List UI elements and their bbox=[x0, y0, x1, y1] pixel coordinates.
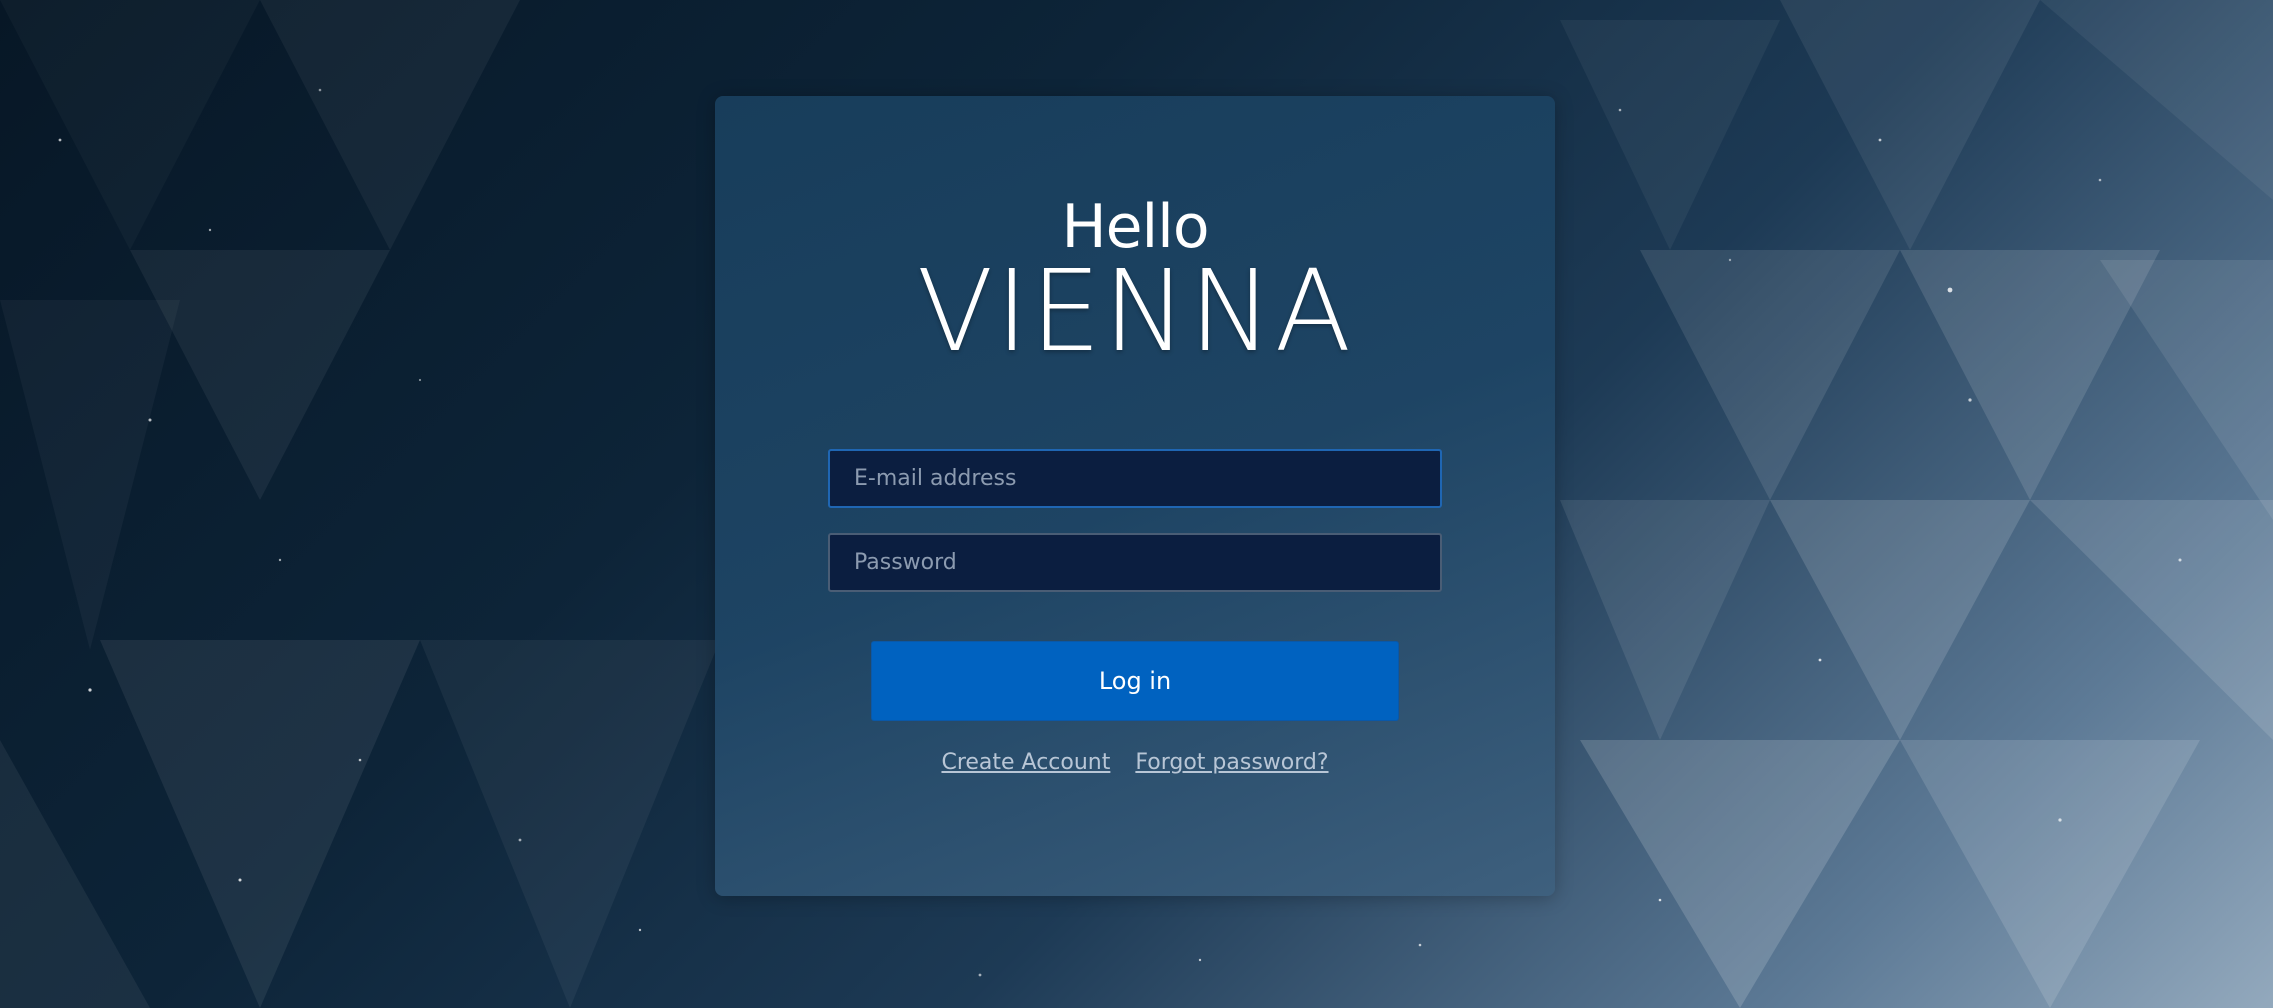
brand-logo: Hello VIENNA bbox=[715, 194, 1555, 368]
create-account-link[interactable]: Create Account bbox=[941, 750, 1110, 775]
brand-city-name: VIENNA bbox=[916, 247, 1354, 377]
login-button[interactable]: Log in bbox=[871, 641, 1399, 721]
account-links: Create Account Forgot password? bbox=[715, 750, 1555, 775]
email-field[interactable] bbox=[828, 449, 1442, 508]
password-field[interactable] bbox=[828, 533, 1442, 592]
forgot-password-link[interactable]: Forgot password? bbox=[1135, 750, 1328, 775]
login-card: Hello VIENNA Log in Create Account Forgo… bbox=[715, 96, 1555, 896]
